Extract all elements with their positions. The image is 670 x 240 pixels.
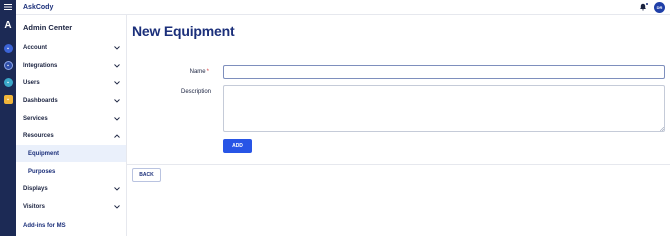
sidebar-item-label: Displays — [23, 185, 48, 192]
calendar-icon[interactable]: ▪ — [3, 44, 13, 53]
chevron-down-icon — [113, 62, 120, 69]
admin-sidebar: Admin Center Account Integrations Users … — [16, 15, 127, 236]
sidebar-item-dashboards[interactable]: Dashboards — [16, 92, 126, 109]
required-marker: * — [206, 69, 209, 75]
page-title: New Equipment — [132, 23, 235, 39]
chevron-down-icon — [113, 97, 120, 104]
main-content: New Equipment Name* Description ADD BACK — [127, 15, 670, 236]
sidebar-item-visitors[interactable]: Visitors — [16, 198, 126, 215]
name-field-label: Name* — [173, 69, 209, 75]
bell-icon[interactable] — [638, 2, 648, 12]
back-button[interactable]: BACK — [132, 168, 161, 182]
icon-rail: A ▪ ▪ ▪ ▪ — [0, 15, 16, 236]
sidebar-item-addins[interactable]: Add-ins for MS — [16, 217, 126, 234]
avatar[interactable]: DR — [654, 1, 665, 13]
chevron-down-icon — [113, 44, 120, 51]
sidebar-item-label: Visitors — [23, 203, 45, 210]
visitors-icon[interactable]: ▪ — [3, 95, 13, 104]
name-label-text: Name — [189, 69, 206, 75]
brand-name[interactable]: AskCody — [23, 4, 53, 11]
top-bar: AskCody DR — [0, 0, 670, 15]
resize-handle-icon[interactable] — [660, 127, 664, 131]
menu-icon[interactable] — [0, 0, 16, 15]
description-field-label: Description — [180, 89, 211, 95]
name-input[interactable] — [223, 65, 665, 79]
sidebar-item-label: Account — [23, 44, 47, 51]
sidebar-item-label: Users — [23, 79, 40, 86]
top-bar-actions: DR — [638, 1, 665, 13]
chevron-down-icon — [113, 203, 120, 210]
askcody-logo-icon[interactable]: A — [3, 20, 13, 31]
sidebar-item-label: Services — [23, 115, 48, 122]
sidebar-subitem-label: Purposes — [28, 168, 56, 175]
chevron-down-icon — [113, 115, 120, 122]
chevron-down-icon — [113, 79, 120, 86]
sidebar-item-label: Integrations — [23, 62, 58, 69]
notification-dot — [646, 2, 648, 5]
sidebar-item-users[interactable]: Users — [16, 74, 126, 91]
sidebar-title: Admin Center — [23, 23, 73, 32]
sidebar-subitem-label: Equipment — [28, 150, 59, 157]
services-icon[interactable]: ▪ — [3, 61, 13, 70]
description-textarea[interactable] — [223, 85, 665, 132]
sidebar-item-integrations[interactable]: Integrations — [16, 57, 126, 74]
sidebar-item-resources[interactable]: Resources — [16, 127, 126, 144]
sidebar-subitem-purposes[interactable]: Purposes — [16, 163, 126, 180]
add-button[interactable]: ADD — [223, 139, 252, 153]
sidebar-item-label: Add-ins for MS — [23, 222, 66, 229]
hamburger-icon-svg — [4, 4, 12, 10]
footer-divider — [127, 164, 670, 165]
sidebar-item-displays[interactable]: Displays — [16, 180, 126, 197]
sidebar-subitem-equipment[interactable]: Equipment — [16, 145, 126, 162]
app-window: AskCody DR A ▪ ▪ ▪ ▪ Admin Center Accoun… — [0, 0, 670, 236]
sidebar-item-label: Resources — [23, 132, 54, 139]
chevron-up-icon — [113, 132, 120, 139]
displays-icon[interactable]: ▪ — [3, 78, 13, 87]
sidebar-item-account[interactable]: Account — [16, 39, 126, 56]
sidebar-item-services[interactable]: Services — [16, 110, 126, 127]
chevron-down-icon — [113, 185, 120, 192]
sidebar-item-label: Dashboards — [23, 97, 58, 104]
